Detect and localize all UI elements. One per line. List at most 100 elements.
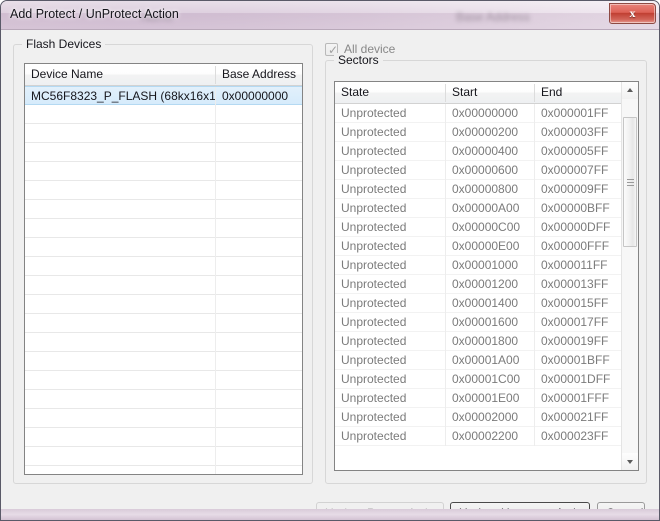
table-row[interactable] bbox=[25, 390, 302, 409]
cell-start: 0x00000200 bbox=[452, 125, 519, 139]
table-row[interactable] bbox=[25, 333, 302, 352]
cell-device-name: MC56F8323_P_FLASH (68kx16x1) bbox=[31, 89, 215, 103]
cell-base-address bbox=[216, 143, 302, 161]
cell-device-name bbox=[25, 409, 215, 427]
column-header-base-address[interactable]: Base Address bbox=[216, 64, 302, 85]
table-row[interactable] bbox=[25, 352, 302, 371]
table-row[interactable]: Unprotected 0x00000400 0x000005FF bbox=[335, 142, 621, 161]
column-header-device-name[interactable]: Device Name bbox=[25, 64, 215, 85]
cell-end: 0x000015FF bbox=[541, 296, 609, 310]
scroll-down-button[interactable] bbox=[622, 453, 638, 470]
cell-start: 0x00001000 bbox=[452, 258, 519, 272]
column-header-state[interactable]: State bbox=[335, 82, 445, 103]
column-header-start[interactable]: Start bbox=[446, 82, 534, 103]
table-row[interactable] bbox=[25, 257, 302, 276]
sectors-list[interactable]: State Start End Unprotected 0x00000000 0x0… bbox=[334, 81, 639, 471]
table-row[interactable] bbox=[25, 371, 302, 390]
cell-start: 0x00001E00 bbox=[452, 391, 520, 405]
table-row[interactable]: Unprotected 0x00002200 0x000023FF bbox=[335, 427, 621, 446]
table-row[interactable] bbox=[25, 276, 302, 295]
table-row[interactable]: Unprotected 0x00000600 0x000007FF bbox=[335, 161, 621, 180]
cell-device-name bbox=[25, 257, 215, 275]
table-row[interactable] bbox=[25, 295, 302, 314]
glass-background-text-right: Base Address bbox=[456, 10, 531, 24]
cell-base-address bbox=[216, 466, 302, 474]
cell-state: Unprotected bbox=[341, 182, 407, 196]
cell-base-address bbox=[216, 352, 302, 370]
cell-device-name bbox=[25, 276, 215, 294]
cell-state: Unprotected bbox=[341, 201, 407, 215]
table-row[interactable]: Unprotected 0x00000200 0x000003FF bbox=[335, 123, 621, 142]
table-row[interactable]: Unprotected 0x00001400 0x000015FF bbox=[335, 294, 621, 313]
table-row[interactable]: Unprotected 0x00001800 0x000019FF bbox=[335, 332, 621, 351]
table-row[interactable] bbox=[25, 466, 302, 474]
table-row[interactable] bbox=[25, 238, 302, 257]
window-title: Add Protect / UnProtect Action bbox=[10, 7, 179, 21]
table-row[interactable]: Unprotected 0x00000800 0x000009FF bbox=[335, 180, 621, 199]
table-row[interactable] bbox=[25, 314, 302, 333]
title-bar[interactable]: Name Base Address Add Protect / UnProtec… bbox=[1, 1, 659, 30]
sectors-rows: Unprotected 0x00000000 0x000001FF Unprotect… bbox=[335, 104, 621, 470]
table-row[interactable] bbox=[25, 428, 302, 447]
table-row[interactable]: Unprotected 0x00001200 0x000013FF bbox=[335, 275, 621, 294]
cell-start: 0x00002000 bbox=[452, 410, 519, 424]
table-row[interactable] bbox=[25, 143, 302, 162]
cell-base-address bbox=[216, 409, 302, 427]
cell-device-name bbox=[25, 447, 215, 465]
flash-devices-group: Flash Devices Device Name Base Address M… bbox=[13, 37, 313, 484]
cell-start: 0x00001C00 bbox=[452, 372, 521, 386]
cell-base-address bbox=[216, 314, 302, 332]
table-row[interactable] bbox=[25, 200, 302, 219]
cell-start: 0x00001600 bbox=[452, 315, 519, 329]
cell-end: 0x000011FF bbox=[541, 258, 608, 272]
table-row[interactable]: Unprotected 0x00001600 0x000017FF bbox=[335, 313, 621, 332]
cell-start: 0x00001200 bbox=[452, 277, 519, 291]
table-row[interactable] bbox=[25, 219, 302, 238]
cell-start: 0x00000000 bbox=[452, 106, 519, 120]
cell-device-name bbox=[25, 390, 215, 408]
window-bottom-border bbox=[1, 509, 659, 520]
cell-start: 0x00000800 bbox=[452, 182, 519, 196]
cell-device-name bbox=[25, 466, 215, 474]
grip-line-icon bbox=[627, 182, 634, 183]
chevron-down-icon bbox=[627, 460, 633, 464]
table-row[interactable]: MC56F8323_P_FLASH (68kx16x1) 0x00000000 bbox=[25, 86, 302, 106]
table-row[interactable] bbox=[25, 105, 302, 124]
cell-end: 0x00001FFF bbox=[541, 391, 610, 405]
dialog-window: Name Base Address Add Protect / UnProtec… bbox=[0, 0, 660, 521]
table-row[interactable] bbox=[25, 181, 302, 200]
table-row[interactable] bbox=[25, 447, 302, 466]
cell-base-address bbox=[216, 428, 302, 446]
flash-devices-rows: MC56F8323_P_FLASH (68kx16x1) 0x00000000 bbox=[25, 86, 302, 474]
cell-state: Unprotected bbox=[341, 410, 407, 424]
table-row[interactable]: Unprotected 0x00000E00 0x00000FFF bbox=[335, 237, 621, 256]
scrollbar-thumb[interactable] bbox=[623, 117, 637, 247]
table-row[interactable] bbox=[25, 162, 302, 181]
cell-state: Unprotected bbox=[341, 429, 407, 443]
cell-base-address bbox=[216, 371, 302, 389]
table-row[interactable]: Unprotected 0x00000A00 0x00000BFF bbox=[335, 199, 621, 218]
flash-devices-list[interactable]: Device Name Base Address MC56F8323_P_FLA… bbox=[24, 63, 303, 475]
cell-base-address bbox=[216, 181, 302, 199]
table-row[interactable]: Unprotected 0x00001C00 0x00001DFF bbox=[335, 370, 621, 389]
cell-end: 0x000001FF bbox=[541, 106, 609, 120]
sectors-list-header: State Start End bbox=[335, 82, 623, 104]
scroll-up-button[interactable] bbox=[622, 82, 638, 99]
cell-device-name bbox=[25, 200, 215, 218]
cell-start: 0x00000E00 bbox=[452, 239, 520, 253]
sectors-vertical-scrollbar[interactable] bbox=[621, 82, 638, 470]
table-row[interactable]: Unprotected 0x00001A00 0x00001BFF bbox=[335, 351, 621, 370]
table-row[interactable]: Unprotected 0x00001E00 0x00001FFF bbox=[335, 389, 621, 408]
column-header-end[interactable]: End bbox=[535, 82, 623, 103]
table-row[interactable]: Unprotected 0x00000C00 0x00000DFF bbox=[335, 218, 621, 237]
table-row[interactable] bbox=[25, 409, 302, 428]
cell-base-address bbox=[216, 276, 302, 294]
table-row[interactable]: Unprotected 0x00000000 0x000001FF bbox=[335, 104, 621, 123]
table-row[interactable]: Unprotected 0x00001000 0x000011FF bbox=[335, 256, 621, 275]
table-row[interactable]: Unprotected 0x00002000 0x000021FF bbox=[335, 408, 621, 427]
cell-state: Unprotected bbox=[341, 277, 407, 291]
cell-end: 0x000005FF bbox=[541, 144, 609, 158]
close-button[interactable]: x bbox=[609, 3, 656, 24]
cell-end: 0x000007FF bbox=[541, 163, 609, 177]
table-row[interactable] bbox=[25, 124, 302, 143]
